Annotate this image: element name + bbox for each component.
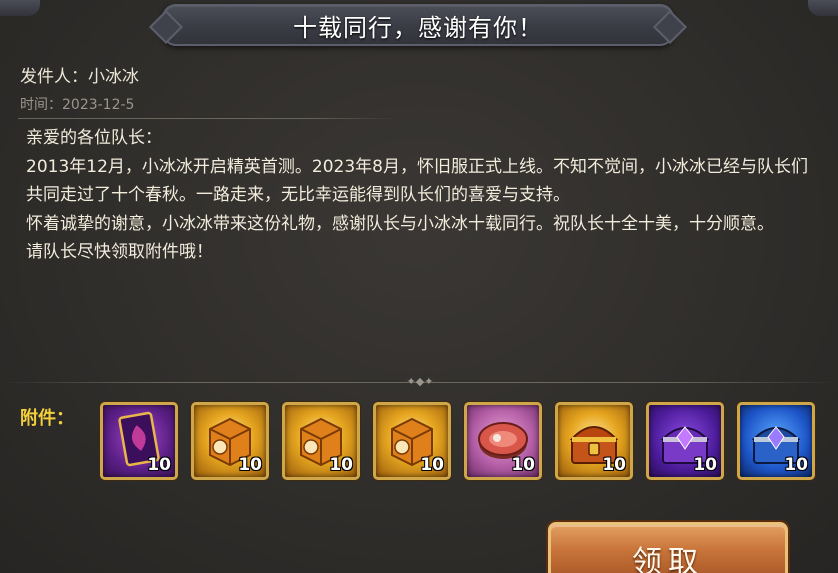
attachment-slot[interactable]: 10 <box>646 402 724 480</box>
attachment-qty: 10 <box>147 455 171 475</box>
claim-button-label: 领取 <box>632 545 704 573</box>
frame-corner-left <box>0 0 40 16</box>
attachment-slot[interactable]: 10 <box>373 402 451 480</box>
attachment-qty: 10 <box>420 455 444 475</box>
attachment-qty: 10 <box>238 455 262 475</box>
mail-greeting: 亲爱的各位队长： <box>26 128 162 148</box>
mail-paragraph: 怀着诚挚的谢意，小冰冰带来这份礼物，感谢队长与小冰冰十载同行。祝队长十全十美，十… <box>26 213 774 234</box>
mail-paragraph: 请队长尽快领取附件哦！ <box>26 242 213 262</box>
mail-body: 亲爱的各位队长： 2013年12月，小冰冰开启精英首测。2023年8月，怀旧服正… <box>26 124 816 267</box>
mail-panel: 十载同行，感谢有你！ 发件人：小冰冰 时间：2023-12-5 亲爱的各位队长：… <box>0 0 838 573</box>
header-separator <box>18 118 398 119</box>
title-banner: 十载同行，感谢有你！ <box>162 4 674 46</box>
attachment-slot[interactable]: 10 <box>555 402 633 480</box>
attachment-slot[interactable]: 10 <box>100 402 178 480</box>
attachment-slot[interactable]: 10 <box>191 402 269 480</box>
mail-sender: 发件人：小冰冰 <box>20 67 139 87</box>
attachment-slot[interactable]: 10 <box>464 402 542 480</box>
claim-button[interactable]: 领取 <box>548 522 788 573</box>
frame-corner-right <box>808 0 838 16</box>
attachment-qty: 10 <box>693 455 717 475</box>
attachment-qty: 10 <box>602 455 626 475</box>
divider-ornament-icon: ✦◆✦ <box>406 375 434 388</box>
attachment-slot[interactable]: 10 <box>282 402 360 480</box>
mail-time: 时间：2023-12-5 <box>20 97 135 113</box>
attachment-slot[interactable]: 10 <box>737 402 815 480</box>
attachment-qty: 10 <box>784 455 808 475</box>
attachments-label: 附件： <box>20 408 74 429</box>
attachment-qty: 10 <box>329 455 353 475</box>
mail-title: 十载同行，感谢有你！ <box>293 13 543 42</box>
attachment-qty: 10 <box>511 455 535 475</box>
mail-paragraph: 2013年12月，小冰冰开启精英首测。2023年8月，怀旧服正式上线。不知不觉间… <box>26 156 808 206</box>
